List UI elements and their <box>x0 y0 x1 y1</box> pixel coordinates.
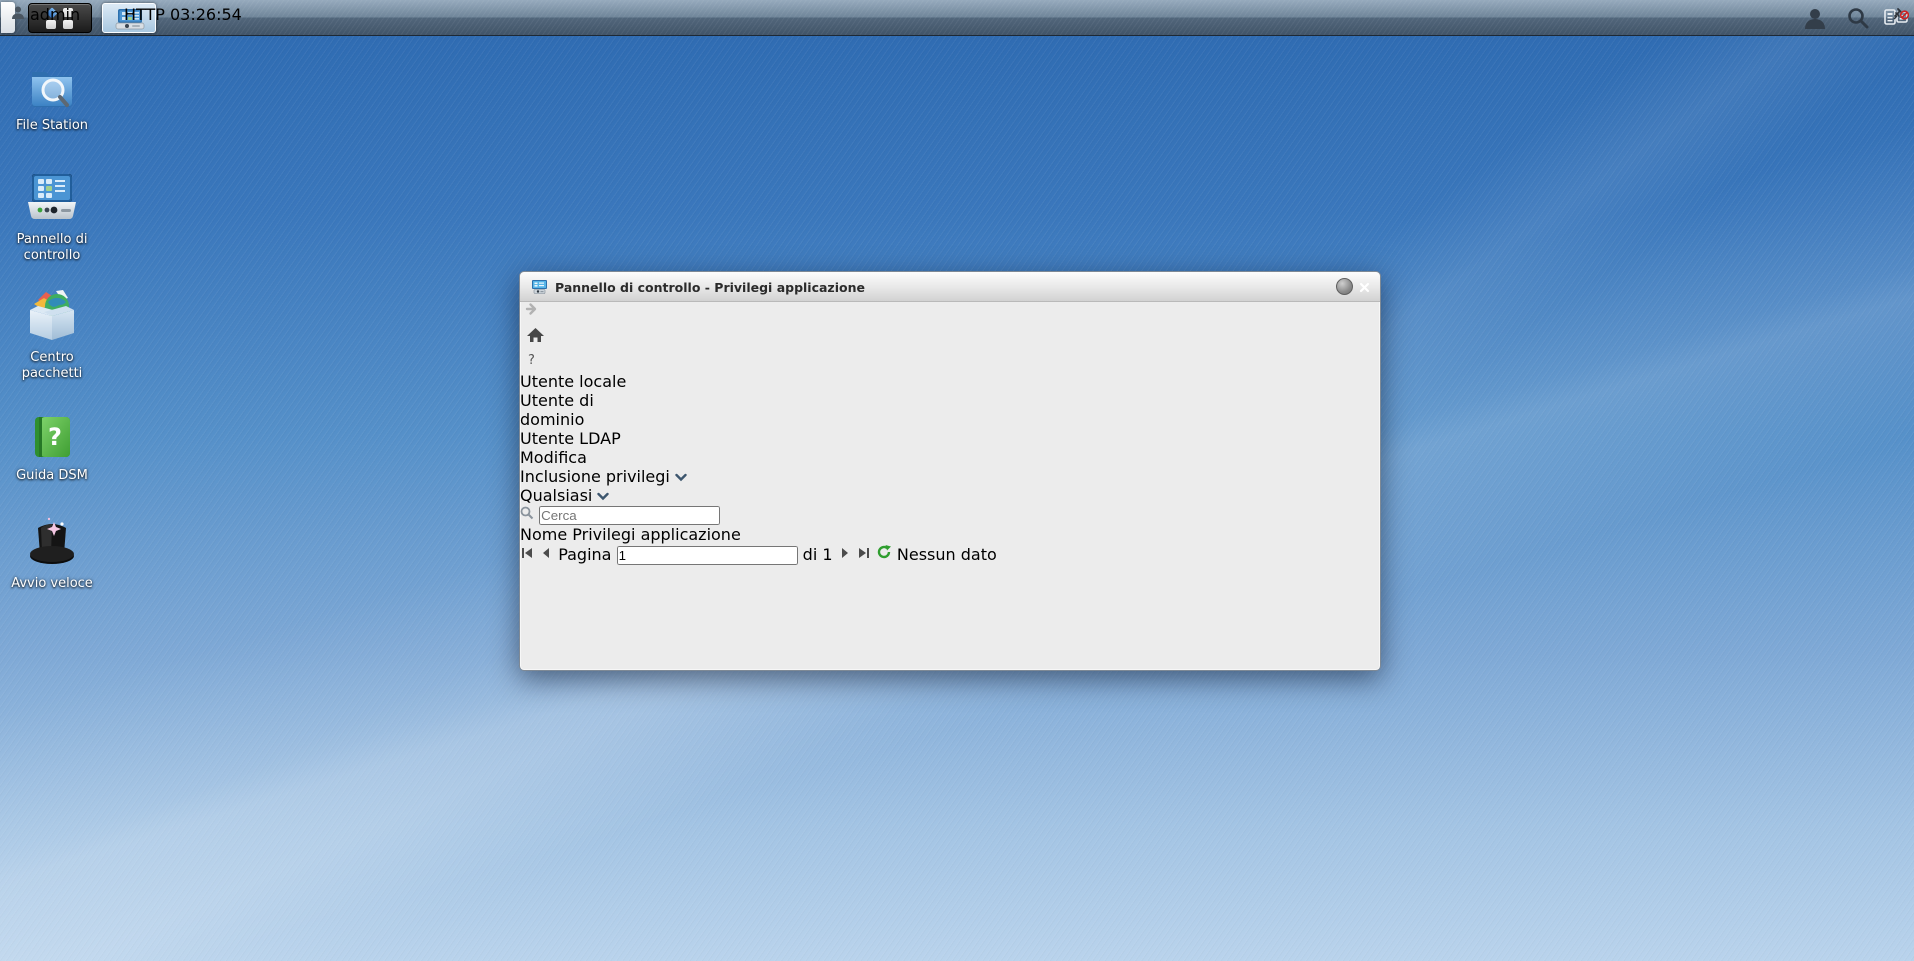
first-page-button[interactable] <box>520 545 539 564</box>
page-input[interactable] <box>617 546 798 565</box>
desktop-icon-label: Pannello di controllo <box>0 232 104 264</box>
search-icon <box>520 505 539 524</box>
tab-ldap-user[interactable]: Utente LDAP <box>520 429 629 448</box>
scope-filter-select[interactable]: Qualsiasi <box>520 486 716 505</box>
window-content: Utente locale Utente di dominio Utente L… <box>520 372 1380 565</box>
desktop-icon-label: Centro pacchetti <box>0 350 104 382</box>
forward-arrow-icon <box>520 305 541 324</box>
tab-domain-user[interactable]: Utente di dominio <box>520 391 656 429</box>
minimize-button[interactable] <box>1336 278 1353 295</box>
desktop-icon-label: Avvio veloce <box>0 576 104 592</box>
refresh-button[interactable] <box>876 545 897 564</box>
next-page-button[interactable] <box>838 545 857 564</box>
desktop-icon-file-station[interactable]: File Station <box>0 64 104 134</box>
user-icon <box>1802 15 1828 34</box>
kick-connection-icon[interactable] <box>1893 5 1909 24</box>
help-question-label: ? <box>528 353 535 368</box>
tab-local-user[interactable]: Utente locale <box>520 372 637 391</box>
control-panel-window: Pannello di controllo - Privilegi applic… <box>519 271 1381 671</box>
user-menu-button[interactable] <box>1802 6 1828 30</box>
quick-start-icon <box>24 514 80 572</box>
desktop-icon-control-panel[interactable]: Pannello di controllo <box>0 172 104 264</box>
help-button[interactable]: ? <box>520 350 543 372</box>
control-panel-icon <box>531 279 548 295</box>
desktop-icon-quick-start[interactable]: Avvio veloce <box>0 514 104 592</box>
svg-text:?: ? <box>48 423 62 451</box>
desktop-icon-dsm-help[interactable]: ? Guida DSM <box>0 414 104 484</box>
column-header-privileges[interactable]: Privilegi applicazione <box>572 525 741 544</box>
dsm-help-icon: ? <box>28 414 76 464</box>
search-field[interactable] <box>520 505 1380 525</box>
pagination-bar: Pagina di 1 Nessun dato <box>520 544 1380 565</box>
package-center-icon <box>24 288 80 346</box>
search-input[interactable] <box>539 506 720 525</box>
column-header-name[interactable]: Nome <box>520 525 567 544</box>
connection-protocol: HTTP <box>124 5 165 24</box>
prev-page-button[interactable] <box>539 545 558 564</box>
tab-strip: Utente locale Utente di dominio Utente L… <box>520 372 1380 448</box>
privilege-filter-select[interactable]: Inclusione privilegi <box>520 467 720 486</box>
empty-status-text: Nessun dato <box>897 545 997 564</box>
page-of-label: di 1 <box>803 545 833 564</box>
desktop-icon-label: File Station <box>0 118 104 134</box>
window-titlebar[interactable]: Pannello di controllo - Privilegi applic… <box>520 272 1380 302</box>
control-panel-icon <box>24 172 80 228</box>
connection-time: 03:26:54 <box>170 5 242 24</box>
close-button[interactable] <box>1359 278 1376 295</box>
desktop-icon-label: Guida DSM <box>0 468 104 484</box>
search-icon <box>1846 15 1870 34</box>
chevron-down-icon <box>675 467 687 486</box>
connection-user: admin <box>30 5 80 24</box>
filter-toolbar: Modifica Inclusione privilegi Qualsiasi <box>520 448 1380 525</box>
search-button[interactable] <box>1846 6 1872 30</box>
chevron-down-icon <box>597 486 609 505</box>
person-icon <box>12 5 24 24</box>
dsm-desktop: File Station Pannello di con <box>0 0 1914 961</box>
last-page-button[interactable] <box>857 545 876 564</box>
taskbar <box>0 0 1914 36</box>
home-button[interactable] <box>520 324 553 350</box>
page-label: Pagina <box>558 545 611 564</box>
home-icon <box>520 331 551 350</box>
desktop-icon-package-center[interactable]: Centro pacchetti <box>0 288 104 382</box>
table-header[interactable]: Nome Privilegi applicazione <box>520 525 1380 544</box>
file-station-icon <box>26 64 78 114</box>
window-title: Pannello di controllo - Privilegi applic… <box>555 280 865 295</box>
modify-button[interactable]: Modifica <box>520 448 1380 467</box>
